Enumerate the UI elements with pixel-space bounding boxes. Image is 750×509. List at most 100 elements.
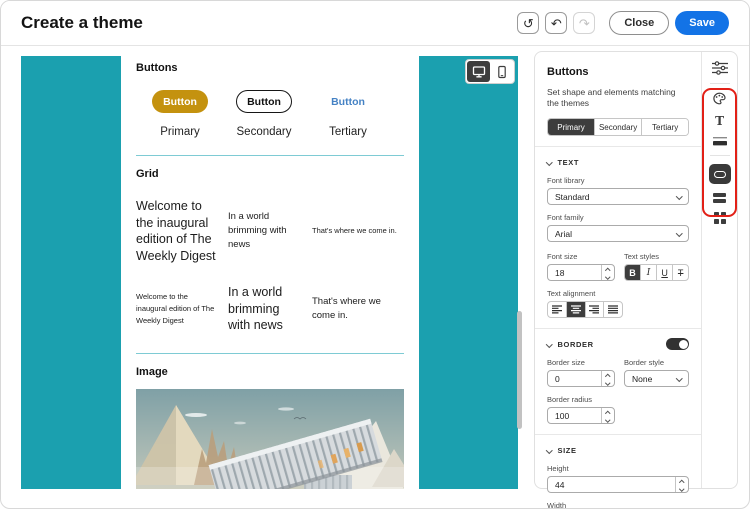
chevron-down-icon bbox=[546, 340, 553, 348]
chevron-down-icon bbox=[675, 230, 683, 237]
grid-icon bbox=[713, 212, 726, 224]
canvas-image-heading: Image bbox=[136, 365, 168, 378]
grid-cell: Welcome to the inaugural edition of The … bbox=[136, 292, 215, 325]
reset-button[interactable]: ↺ bbox=[517, 12, 540, 34]
border-radius-label: Border radius bbox=[547, 395, 593, 405]
button-element-button[interactable] bbox=[708, 164, 731, 184]
align-left-icon bbox=[551, 305, 562, 314]
settings-panel-content: Buttons Set shape and elements matching … bbox=[535, 52, 702, 508]
text-section-label: TEXT bbox=[557, 157, 580, 167]
tab-tertiary[interactable]: Tertiary bbox=[641, 119, 689, 136]
settings-panel: Buttons Set shape and elements matching … bbox=[534, 51, 738, 508]
size-section-header[interactable]: SIZE bbox=[546, 444, 689, 456]
divider-element-button[interactable] bbox=[712, 136, 727, 147]
stepper-down-button[interactable] bbox=[676, 485, 688, 493]
font-library-value: Standard bbox=[555, 191, 590, 202]
border-section-label: BORDER bbox=[557, 339, 594, 349]
border-size-value[interactable]: 0 bbox=[548, 371, 601, 386]
tab-primary[interactable]: Primary bbox=[548, 119, 595, 136]
page-title: Create a theme bbox=[21, 13, 143, 32]
font-library-label: Font library bbox=[547, 176, 585, 186]
border-radius-stepper: 100 bbox=[547, 407, 615, 425]
grid-element-button[interactable] bbox=[713, 212, 726, 224]
stepper-up-button[interactable] bbox=[602, 371, 614, 379]
stepper-down-button[interactable] bbox=[602, 379, 614, 387]
text-alignment-label: Text alignment bbox=[547, 289, 596, 299]
secondary-label: Secondary bbox=[236, 126, 292, 138]
align-right-button[interactable] bbox=[584, 302, 604, 318]
element-toolbar: T bbox=[702, 52, 737, 488]
grid-row-1: Welcome to the inaugural edition of The … bbox=[136, 198, 404, 264]
monitor-icon bbox=[472, 65, 485, 77]
width-label: Width bbox=[547, 501, 567, 509]
border-radius-value[interactable]: 100 bbox=[548, 408, 601, 423]
chevron-down-icon bbox=[675, 375, 683, 382]
align-justify-button[interactable] bbox=[603, 302, 622, 318]
border-style-select[interactable]: None bbox=[624, 370, 690, 388]
align-right-icon bbox=[589, 305, 600, 314]
border-section-header: BORDER bbox=[546, 338, 690, 351]
text-styles-group: B I U T bbox=[624, 264, 690, 282]
panel-subtitle: Set shape and elements matching the them… bbox=[547, 87, 676, 109]
rows-element-button[interactable] bbox=[713, 192, 727, 204]
tertiary-button-sample[interactable]: Button bbox=[320, 90, 376, 113]
border-size-label: Border size bbox=[547, 358, 585, 368]
undo-button[interactable]: ↶ bbox=[545, 12, 568, 34]
height-label: Height bbox=[547, 464, 569, 474]
button-icon bbox=[713, 170, 726, 178]
tab-secondary[interactable]: Secondary bbox=[594, 119, 642, 136]
border-size-stepper: 0 bbox=[547, 370, 615, 388]
stepper-up-button[interactable] bbox=[602, 408, 614, 416]
desktop-view-button[interactable] bbox=[467, 61, 490, 82]
divider-icon bbox=[712, 137, 727, 146]
primary-button-sample[interactable]: Button bbox=[152, 90, 208, 113]
email-preview-card: Buttons Button Button Button Primary Sec… bbox=[121, 56, 419, 489]
close-button[interactable]: Close bbox=[609, 11, 670, 35]
align-left-button[interactable] bbox=[548, 302, 566, 317]
app-window: Create a theme ↺ ↶ ↷ Close Save Buttons … bbox=[0, 0, 750, 509]
redo-button[interactable]: ↷ bbox=[573, 12, 596, 34]
stepper-up-button[interactable] bbox=[602, 265, 614, 273]
underline-button[interactable]: U bbox=[656, 265, 672, 281]
save-button[interactable]: Save bbox=[675, 11, 729, 35]
mobile-view-button[interactable] bbox=[490, 61, 513, 82]
canvas-grid-heading: Grid bbox=[136, 168, 159, 180]
strikethrough-button[interactable]: T bbox=[672, 265, 688, 281]
typography-button[interactable]: T bbox=[715, 114, 724, 128]
grid-cell: Welcome to the inaugural edition of The … bbox=[136, 199, 216, 263]
height-value[interactable]: 44 bbox=[548, 477, 675, 492]
font-library-select[interactable]: Standard bbox=[547, 188, 690, 206]
typography-icon: T bbox=[715, 114, 725, 128]
font-family-select[interactable]: Arial bbox=[547, 225, 690, 243]
border-toggle[interactable] bbox=[666, 338, 690, 351]
panel-divider bbox=[535, 434, 702, 436]
hero-image bbox=[136, 388, 404, 489]
color-palette-button[interactable] bbox=[712, 92, 727, 106]
stepper-up-button[interactable] bbox=[676, 477, 688, 485]
chevron-down-icon bbox=[546, 158, 553, 166]
text-alignment-group bbox=[547, 301, 623, 319]
border-style-label: Border style bbox=[624, 358, 665, 368]
panel-title: Buttons bbox=[547, 66, 589, 78]
border-section-collapse[interactable]: BORDER bbox=[546, 339, 594, 349]
canvas-scrollbar-thumb[interactable] bbox=[517, 311, 522, 429]
adjustments-button[interactable] bbox=[711, 61, 728, 75]
panel-divider bbox=[535, 328, 702, 330]
redo-icon: ↷ bbox=[578, 15, 590, 31]
secondary-button-sample[interactable]: Button bbox=[236, 90, 292, 113]
grid-cell: In a world brimming with news bbox=[228, 285, 283, 332]
font-size-value[interactable]: 18 bbox=[548, 265, 601, 280]
stepper-down-button[interactable] bbox=[602, 273, 614, 281]
font-size-stepper: 18 bbox=[547, 264, 615, 282]
toolbar-divider bbox=[709, 155, 730, 156]
section-divider bbox=[136, 352, 404, 354]
font-size-label: Font size bbox=[547, 252, 578, 262]
text-section-header[interactable]: TEXT bbox=[546, 156, 689, 168]
size-section-label: SIZE bbox=[557, 445, 577, 455]
align-center-button[interactable] bbox=[565, 302, 585, 318]
theme-tab-group: Primary Secondary Tertiary bbox=[547, 118, 690, 137]
reset-icon: ↺ bbox=[522, 15, 534, 31]
italic-button[interactable]: I bbox=[640, 265, 656, 281]
bold-button[interactable]: B bbox=[625, 265, 641, 281]
stepper-down-button[interactable] bbox=[602, 416, 614, 424]
